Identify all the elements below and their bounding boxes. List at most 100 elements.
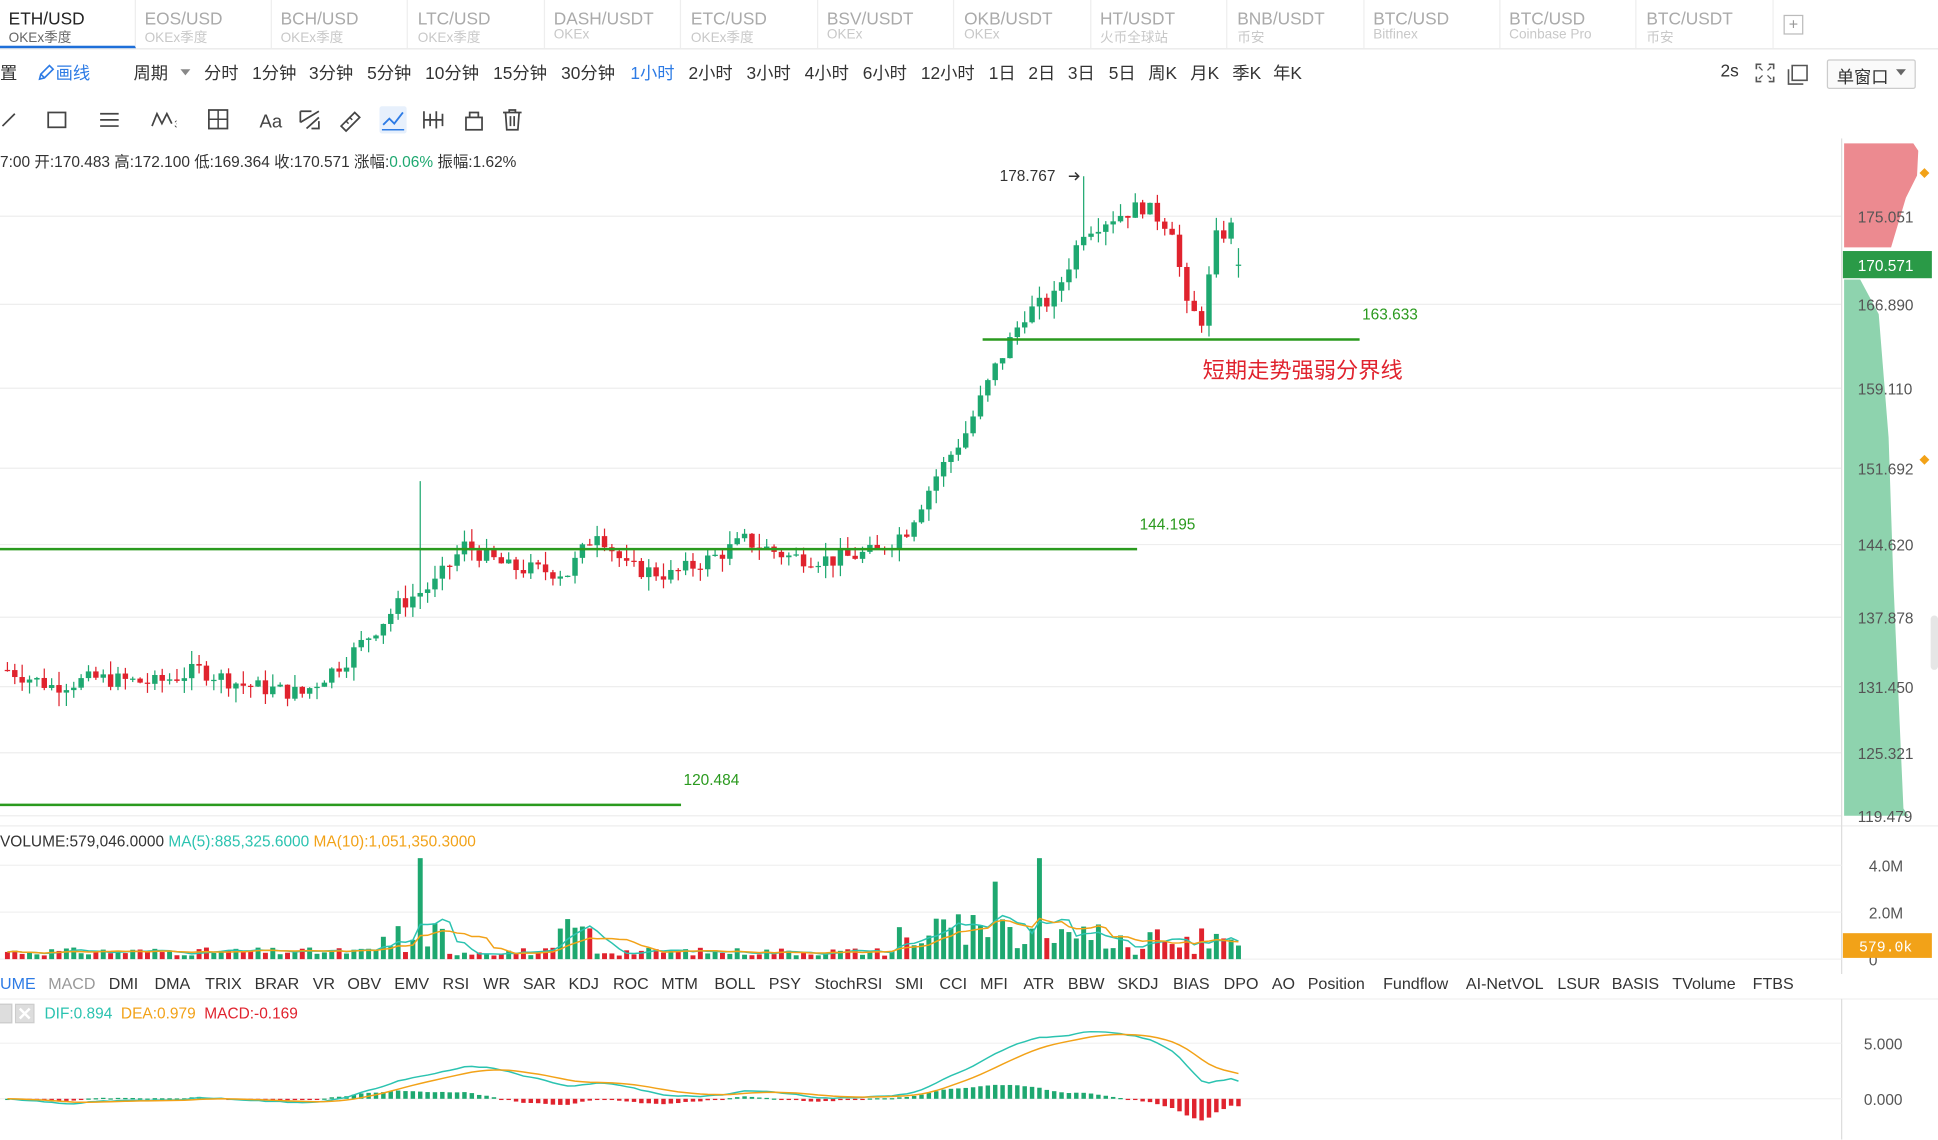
indicator-tab[interactable]: Position — [1308, 974, 1365, 993]
indicator-tab[interactable]: ROC — [613, 974, 649, 993]
period-option[interactable]: 1小时 — [630, 61, 674, 86]
indicator-tab[interactable]: DMI — [109, 974, 138, 993]
period-option[interactable]: 3日 — [1068, 61, 1095, 86]
indicator-tab[interactable]: OBV — [347, 974, 381, 993]
period-option[interactable]: 分时 — [204, 61, 239, 86]
indicator-tab[interactable]: AO — [1272, 974, 1295, 993]
period-option[interactable]: 15分钟 — [493, 61, 547, 86]
symbol-tab[interactable]: DASH/USDT OKEx — [545, 0, 682, 49]
symbol-tab[interactable]: EOS/USD OKEx季度 — [136, 0, 272, 49]
symbol-tab[interactable]: OKB/USDT OKEx — [955, 0, 1092, 49]
window-mode-select[interactable]: 单窗口 — [1826, 59, 1916, 89]
indicator-tab[interactable]: TVolume — [1672, 974, 1735, 993]
period-option[interactable]: 12小时 — [921, 61, 975, 86]
add-tab-button[interactable]: + — [1783, 14, 1804, 35]
indicator-tab[interactable]: UME — [0, 974, 36, 993]
indicator-tab[interactable]: DMA — [155, 974, 191, 993]
rectangle-tool-icon[interactable] — [44, 106, 71, 133]
fullscreen-icon[interactable] — [1755, 63, 1775, 83]
indicator-tab[interactable]: MTM — [661, 974, 698, 993]
symbol-tab[interactable]: BNB/USDT 币安 — [1229, 0, 1365, 49]
indicator-tab[interactable]: LSUR — [1557, 974, 1600, 993]
indicator-tab[interactable]: BASIS — [1612, 974, 1659, 993]
period-option[interactable]: 周K — [1148, 61, 1177, 86]
indicator-tab[interactable]: EMV — [394, 974, 429, 993]
wave-tool-icon[interactable]: 3 — [150, 106, 177, 133]
period-option[interactable]: 2小时 — [688, 61, 732, 86]
symbol-tab[interactable]: ETC/USD OKEx季度 — [682, 0, 819, 49]
text-tool-icon[interactable]: Aa — [257, 106, 284, 133]
symbol-tab[interactable]: BTC/USD Bitfinex — [1365, 0, 1501, 49]
alert-marker — [1919, 168, 1930, 178]
symbol-tab[interactable]: BTC/USD Coinbase Pro — [1501, 0, 1637, 49]
symbol-tab[interactable]: HT/USDT 火币全球站 — [1091, 0, 1228, 49]
indicator-tab[interactable]: ATR — [1023, 974, 1054, 993]
draw-toggle-button[interactable]: 画线 — [36, 61, 90, 86]
indicator-tab[interactable]: BOLL — [714, 974, 755, 993]
candle-body — [48, 685, 55, 688]
panel-collapse-handle[interactable] — [1930, 615, 1938, 670]
indicator-tab[interactable]: AI-NetVOL — [1466, 974, 1544, 993]
popout-window-icon[interactable] — [1787, 63, 1809, 85]
refresh-interval[interactable]: 2s — [1721, 61, 1739, 81]
indicator-tab[interactable]: WR — [483, 974, 510, 993]
indicator-tab[interactable]: BIAS — [1173, 974, 1210, 993]
period-option[interactable]: 10分钟 — [425, 61, 479, 86]
measure-tool-icon[interactable] — [420, 106, 447, 133]
period-option[interactable]: 5分钟 — [367, 61, 411, 86]
settings-button[interactable]: 置 — [0, 61, 17, 86]
candle-body — [247, 685, 254, 688]
indicator-tab[interactable]: CCI — [939, 974, 967, 993]
macd-bar — [683, 1098, 688, 1102]
parallel-lines-tool-icon[interactable] — [98, 106, 125, 133]
line-tool-icon[interactable] — [0, 106, 27, 133]
crosshair-tool-icon[interactable] — [205, 106, 232, 133]
macd-bar — [491, 1097, 497, 1099]
lock-icon[interactable] — [461, 106, 488, 133]
indicator-tab[interactable]: BBW — [1068, 974, 1105, 993]
indicator-tab[interactable]: SMI — [895, 974, 924, 993]
indicator-tab[interactable]: Fundflow — [1383, 974, 1448, 993]
indicator-tab[interactable]: MACD — [48, 974, 95, 993]
indicator-tab[interactable]: RSI — [442, 974, 469, 993]
period-option[interactable]: 30分钟 — [561, 61, 615, 86]
period-option[interactable]: 季K — [1232, 61, 1261, 86]
period-option[interactable]: 月K — [1190, 61, 1219, 86]
ruler-tool-icon[interactable] — [336, 106, 363, 133]
period-option[interactable]: 年K — [1273, 61, 1302, 86]
period-option[interactable]: 2日 — [1028, 61, 1055, 86]
indicator-tab[interactable]: SKDJ — [1117, 974, 1158, 993]
period-option[interactable]: 5日 — [1109, 61, 1136, 86]
period-option[interactable]: 1分钟 — [252, 61, 296, 86]
candle-body — [778, 551, 785, 558]
symbol-tab[interactable]: LTC/USD OKEx季度 — [409, 0, 546, 49]
period-option[interactable]: 4小时 — [805, 61, 849, 86]
indicator-tab[interactable]: SAR — [523, 974, 556, 993]
volume-bar — [948, 927, 954, 960]
symbol-tab[interactable]: BSV/USDT OKEx — [818, 0, 955, 49]
indicator-tab[interactable]: DPO — [1224, 974, 1259, 993]
continuous-draw-icon[interactable] — [379, 106, 407, 134]
macd-chart[interactable]: 5.000 0.000 — [0, 998, 1938, 1140]
indicator-tab[interactable]: MFI — [980, 974, 1008, 993]
trash-icon[interactable] — [499, 106, 526, 133]
indicator-tab[interactable]: PSY — [769, 974, 801, 993]
symbol-tab[interactable]: BTC/USDT 币安 — [1638, 0, 1774, 49]
period-option[interactable]: 3小时 — [747, 61, 791, 86]
price-chart[interactable]: 163.633 144.195 120.484 短期走势强弱分界线 178.767 17… — [0, 138, 1938, 826]
indicator-tab[interactable]: StochRSI — [815, 974, 883, 993]
pattern-tool-icon[interactable] — [297, 106, 324, 133]
volume-chart[interactable]: 4.0M2.0M0579.0k — [0, 825, 1938, 974]
period-dropdown[interactable]: 周期 — [133, 61, 191, 86]
indicator-tab[interactable]: FTBS — [1753, 974, 1794, 993]
indicator-tab[interactable]: BRAR — [255, 974, 300, 993]
symbol-tab[interactable]: BCH/USD OKEx季度 — [272, 0, 408, 49]
macd-bar — [285, 1098, 290, 1101]
indicator-tab[interactable]: VR — [313, 974, 335, 993]
period-option[interactable]: 6小时 — [863, 61, 907, 86]
period-option[interactable]: 1日 — [989, 61, 1016, 86]
period-option[interactable]: 3分钟 — [309, 61, 353, 86]
symbol-tab[interactable]: ETH/USD OKEx季度 — [0, 0, 136, 49]
indicator-tab[interactable]: KDJ — [569, 974, 599, 993]
indicator-tab[interactable]: TRIX — [205, 974, 242, 993]
